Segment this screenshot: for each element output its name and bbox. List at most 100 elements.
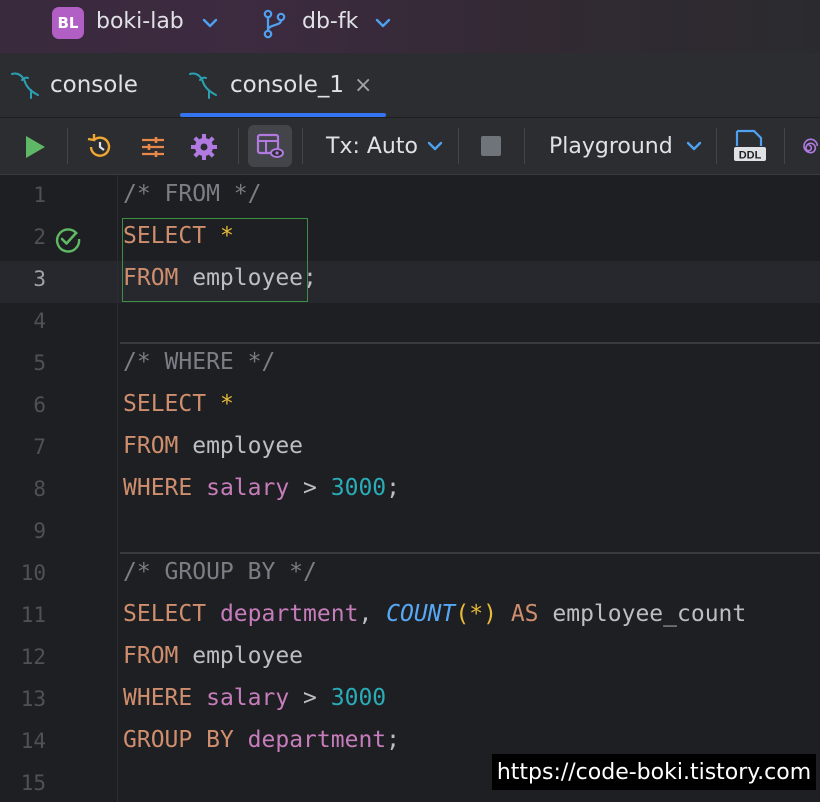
stop-button[interactable] bbox=[480, 135, 502, 157]
tab-label: console_1 bbox=[230, 72, 345, 98]
code-token: employee_count bbox=[538, 601, 747, 627]
line-number: 15 bbox=[20, 771, 46, 795]
project-chevron-down-icon[interactable] bbox=[201, 16, 219, 30]
code-token: * bbox=[469, 601, 484, 627]
spiral-icon bbox=[803, 138, 819, 154]
gutter-border bbox=[117, 175, 118, 802]
code-token: /* WHERE */ bbox=[123, 349, 276, 375]
close-tab-icon[interactable]: × bbox=[354, 73, 372, 98]
line-number: 9 bbox=[33, 519, 46, 543]
code-line[interactable]: /* GROUP BY */ bbox=[123, 559, 317, 585]
code-token: department bbox=[219, 601, 359, 627]
tx-mode-label: Tx: Auto bbox=[326, 133, 418, 159]
watermark: https://code-boki.tistory.com bbox=[492, 754, 816, 790]
ddl-button[interactable]: DDL bbox=[732, 128, 768, 164]
statement-selection-box bbox=[122, 218, 308, 302]
play-icon bbox=[26, 136, 45, 158]
active-tab-indicator bbox=[180, 113, 386, 117]
mysql-dolphin-icon bbox=[189, 72, 217, 99]
code-token: , bbox=[358, 601, 387, 627]
chevron-down-icon bbox=[427, 141, 443, 151]
code-token: ; bbox=[386, 475, 400, 501]
code-token: 3000 bbox=[330, 475, 387, 501]
project-badge[interactable]: BL bbox=[52, 7, 84, 39]
tab-label: console bbox=[50, 72, 138, 98]
gear-icon bbox=[191, 134, 217, 160]
filter-settings-button[interactable] bbox=[137, 131, 169, 163]
code-token: > bbox=[289, 475, 331, 501]
toolbar-divider bbox=[302, 128, 303, 164]
code-line[interactable]: FROM employee bbox=[123, 433, 303, 459]
code-token: ; bbox=[386, 727, 401, 753]
code-token: /* GROUP BY */ bbox=[123, 559, 317, 585]
code-token: ) bbox=[483, 601, 497, 627]
code-token: WHERE bbox=[123, 685, 193, 711]
code-token: FROM bbox=[123, 643, 179, 669]
toolbar-divider bbox=[784, 128, 785, 164]
line-number: 11 bbox=[20, 603, 46, 627]
code-line[interactable]: WHERE salary > 3000; bbox=[123, 475, 400, 501]
settings-button[interactable] bbox=[188, 131, 220, 163]
code-line[interactable]: SELECT department, COUNT(*) AS employee_… bbox=[123, 601, 746, 627]
code-line[interactable]: WHERE salary > 3000 bbox=[123, 685, 386, 711]
code-token: > bbox=[289, 685, 331, 711]
stop-icon bbox=[481, 136, 501, 156]
code-token: employee bbox=[178, 643, 304, 669]
check-circle-icon[interactable] bbox=[54, 225, 82, 253]
code-line[interactable]: /* WHERE */ bbox=[123, 349, 275, 375]
code-token: salary bbox=[206, 475, 290, 501]
toolbar-divider bbox=[458, 128, 459, 164]
code-token: BY bbox=[206, 727, 234, 753]
line-number: 2 bbox=[33, 225, 46, 249]
toolbar-divider bbox=[716, 128, 717, 164]
code-token: GROUP bbox=[123, 727, 193, 753]
code-token: ( bbox=[455, 601, 470, 627]
code-line[interactable]: GROUP BY department; bbox=[123, 727, 400, 753]
line-number: 4 bbox=[33, 309, 46, 333]
code-token: WHERE bbox=[123, 475, 193, 501]
tab-console-1[interactable]: console_1 × bbox=[186, 53, 372, 117]
line-number: 3 bbox=[33, 267, 46, 291]
line-number: 13 bbox=[20, 687, 46, 711]
statement-separator bbox=[120, 552, 820, 554]
ddl-label: DDL bbox=[739, 150, 762, 162]
playground-label: Playground bbox=[549, 133, 673, 159]
title-bar: BL boki-lab db-fk bbox=[0, 0, 820, 53]
transaction-mode-dropdown[interactable]: Tx: Auto bbox=[326, 130, 444, 162]
console-toolbar: Tx: Auto Playground DDL bbox=[0, 118, 820, 175]
line-number: 10 bbox=[20, 561, 46, 585]
ddl-file-icon: DDL bbox=[734, 129, 766, 162]
code-line[interactable]: FROM employee bbox=[123, 643, 303, 669]
toolbar-divider bbox=[238, 128, 239, 164]
branch-name[interactable]: db-fk bbox=[302, 9, 358, 34]
code-line[interactable]: SELECT * bbox=[123, 391, 234, 417]
line-number: 7 bbox=[33, 435, 46, 459]
code-token: /* FROM */ bbox=[123, 181, 262, 207]
line-number: 5 bbox=[33, 351, 46, 375]
run-button[interactable] bbox=[20, 132, 50, 162]
project-name[interactable]: boki-lab bbox=[96, 9, 184, 34]
line-number: 1 bbox=[33, 183, 46, 207]
toolbar-divider bbox=[67, 128, 68, 164]
results-view-toggle[interactable] bbox=[248, 125, 292, 167]
code-token: FROM bbox=[123, 433, 179, 459]
branch-chevron-down-icon[interactable] bbox=[374, 16, 392, 30]
code-token: 3000 bbox=[330, 685, 387, 711]
line-number: 12 bbox=[20, 645, 46, 669]
history-button[interactable] bbox=[84, 131, 116, 163]
git-branch-icon bbox=[263, 9, 286, 39]
sql-editor[interactable]: 1 2 3 4 5 6 7 8 9 10 11 12 13 14 15 /* FROM */SELECT *… bbox=[0, 175, 820, 802]
code-token: salary bbox=[206, 685, 290, 711]
code-line[interactable]: /* FROM */ bbox=[123, 181, 261, 207]
playground-dropdown[interactable]: Playground bbox=[549, 130, 703, 162]
code-token: SELECT bbox=[123, 391, 207, 417]
ai-assistant-button[interactable] bbox=[800, 132, 820, 160]
line-number: 8 bbox=[33, 477, 46, 501]
tab-console[interactable]: console bbox=[8, 53, 138, 117]
code-token: AS bbox=[510, 601, 539, 627]
